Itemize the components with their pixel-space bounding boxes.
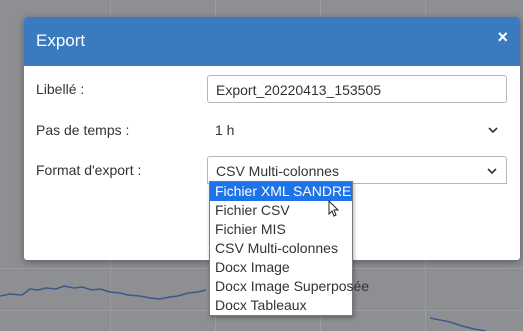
dropdown-option-mis[interactable]: Fichier MIS [210, 220, 352, 239]
chevron-down-icon [488, 127, 498, 134]
format-export-label: Format d'export : [36, 162, 142, 178]
chevron-down-icon [487, 168, 497, 175]
dialog-header: Export × [24, 17, 520, 66]
dropdown-option-xml-sandre[interactable]: Fichier XML SANDRE [210, 182, 352, 201]
mouse-cursor-icon [328, 200, 340, 217]
format-export-value: CSV Multi-colonnes [216, 163, 339, 179]
libelle-input[interactable]: Export_20220413_153505 [207, 75, 507, 103]
libelle-label: Libellé : [36, 81, 85, 97]
pas-de-temps-value: 1 h [215, 122, 235, 138]
dropdown-option-csv-multi[interactable]: CSV Multi-colonnes [210, 239, 352, 258]
close-icon[interactable]: × [497, 27, 508, 48]
dropdown-option-docx-image[interactable]: Docx Image [210, 258, 352, 277]
pas-de-temps-label: Pas de temps : [36, 122, 130, 138]
format-export-select[interactable]: CSV Multi-colonnes [207, 156, 507, 184]
pas-de-temps-select[interactable]: 1 h [207, 116, 507, 144]
dropdown-option-docx-superposee[interactable]: Docx Image Superposée [210, 277, 369, 296]
dialog-title: Export [36, 31, 86, 50]
dropdown-option-docx-tableaux[interactable]: Docx Tableaux [210, 296, 352, 315]
